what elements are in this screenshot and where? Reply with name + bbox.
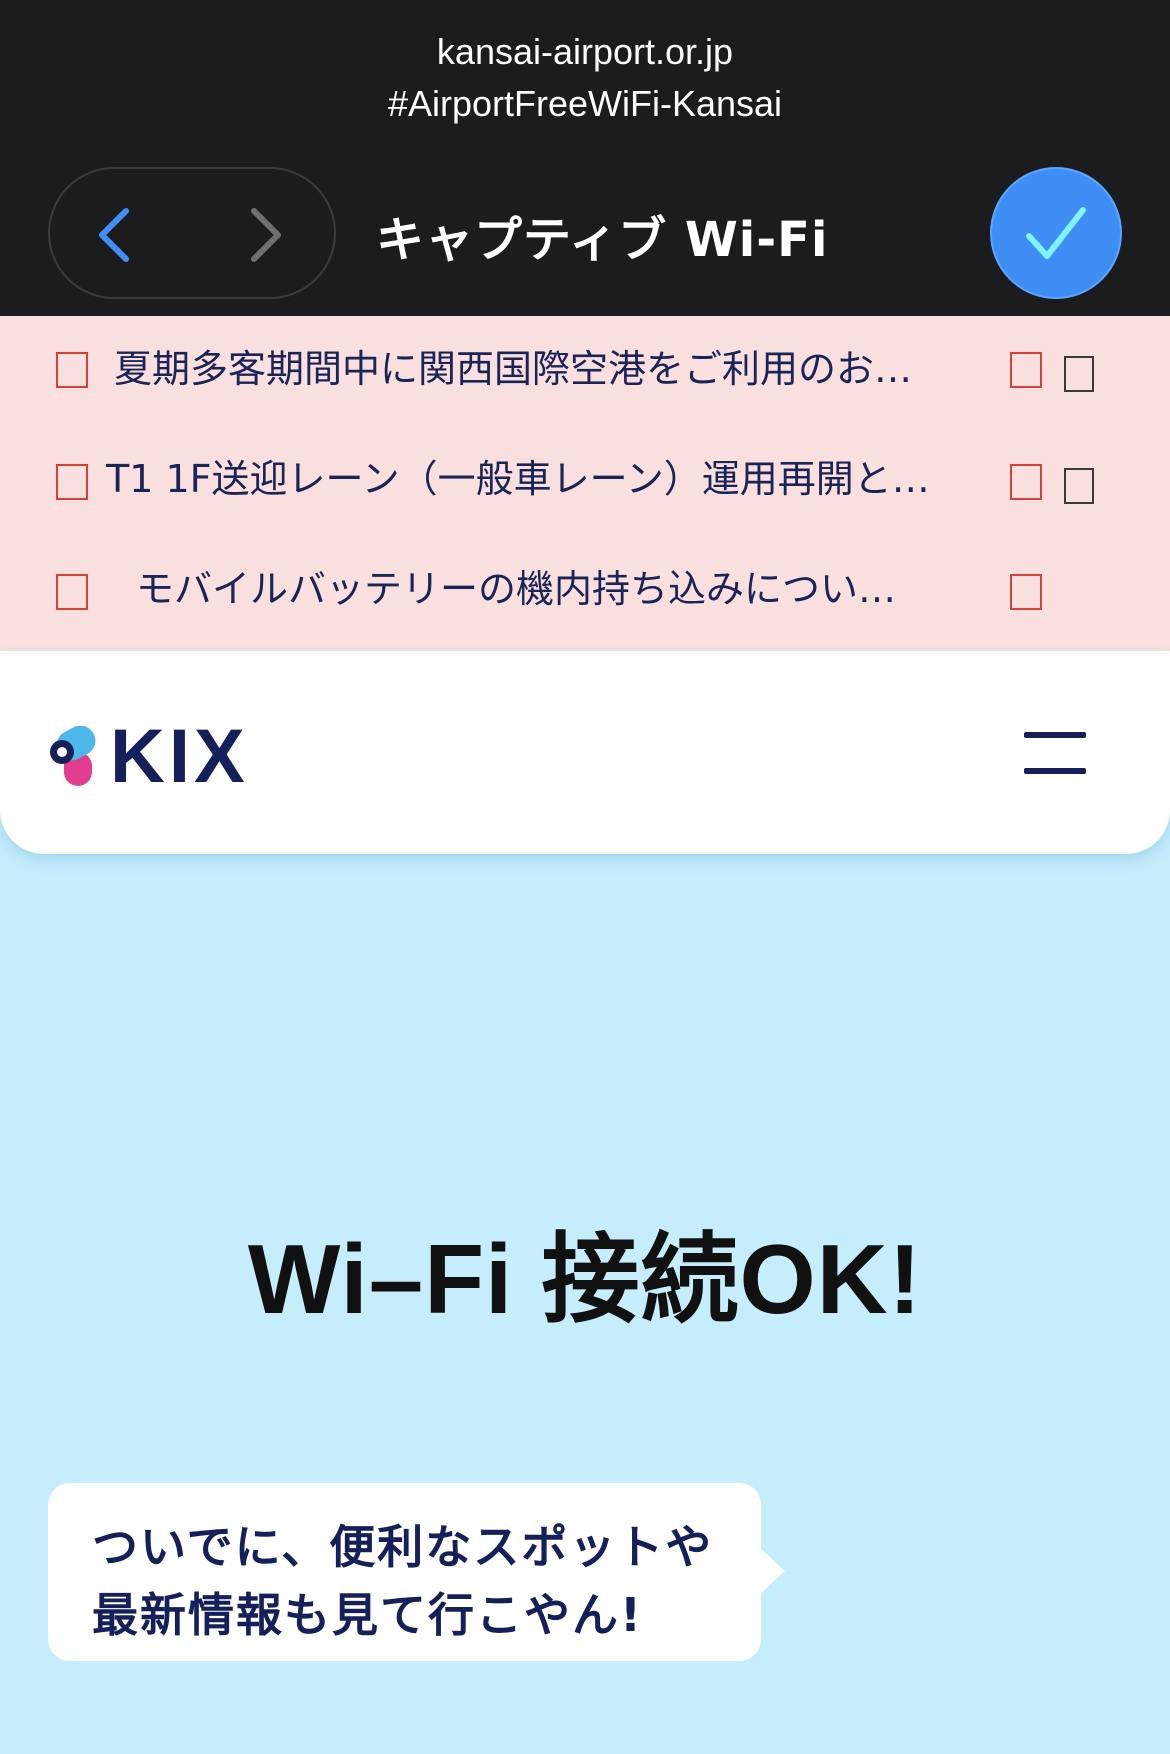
url-network-name: #AirportFreeWiFi-Kansai — [387, 83, 783, 124]
chevron-right-icon — [251, 208, 281, 262]
kix-logo[interactable]: KIX — [48, 719, 249, 795]
missing-glyph-icon — [56, 352, 88, 388]
bubble-text-line: 最新情報も見て行こやん! — [92, 1588, 643, 1642]
notice-text: T1 1F送迎レーン（一般車レーン）運用再開と… — [106, 457, 930, 501]
notice-text: モバイルバッテリーの機内持ち込みについ… — [136, 567, 897, 611]
menu-line — [1024, 768, 1086, 774]
captive-portal-bar: kansai-airport.or.jp #AirportFreeWiFi-Ka… — [0, 0, 1170, 316]
notice-list: 夏期多客期間中に関西国際空港をご利用のお… T1 1F送迎レーン（一般車レーン）… — [0, 316, 1170, 651]
notice-text: 夏期多客期間中に関西国際空港をご利用のお… — [114, 347, 913, 391]
missing-glyph-icon — [1010, 464, 1042, 500]
hamburger-menu-button[interactable] — [1024, 728, 1086, 778]
logo-text: KIX — [110, 714, 249, 799]
navigation-pill — [48, 167, 336, 299]
menu-line — [1024, 732, 1086, 738]
url-domain: kansai-airport.or.jp — [436, 31, 734, 72]
site-header: KIX — [0, 651, 1170, 854]
chevron-left-icon — [99, 208, 129, 262]
notice-item[interactable]: 夏期多客期間中に関西国際空港をご利用のお… — [0, 316, 1170, 426]
missing-glyph-icon — [1010, 574, 1042, 610]
hero-title: Wi–Fi 接続OK! — [247, 1224, 923, 1334]
kix-logo-mark-icon — [50, 726, 96, 786]
back-button[interactable] — [78, 199, 150, 271]
bubble-text-line: ついでに、便利なスポットや — [92, 1520, 714, 1574]
missing-glyph-icon — [1064, 468, 1094, 504]
checkmark-icon — [1026, 207, 1086, 259]
page-url: kansai-airport.or.jp #AirportFreeWiFi-Ka… — [0, 26, 1170, 130]
notice-item[interactable]: モバイルバッテリーの機内持ち込みについ… — [0, 536, 1170, 646]
missing-glyph-icon — [56, 574, 88, 610]
notice-item[interactable]: T1 1F送迎レーン（一般車レーン）運用再開と… — [0, 426, 1170, 536]
missing-glyph-icon — [1064, 356, 1094, 392]
forward-button[interactable] — [230, 199, 302, 271]
speech-bubble: ついでに、便利なスポットや 最新情報も見て行こやん! — [48, 1483, 785, 1661]
sheet-title: キャプティブ Wi-Fi — [376, 212, 829, 268]
missing-glyph-icon — [56, 464, 88, 500]
missing-glyph-icon — [1010, 352, 1042, 388]
done-button[interactable] — [990, 167, 1122, 299]
